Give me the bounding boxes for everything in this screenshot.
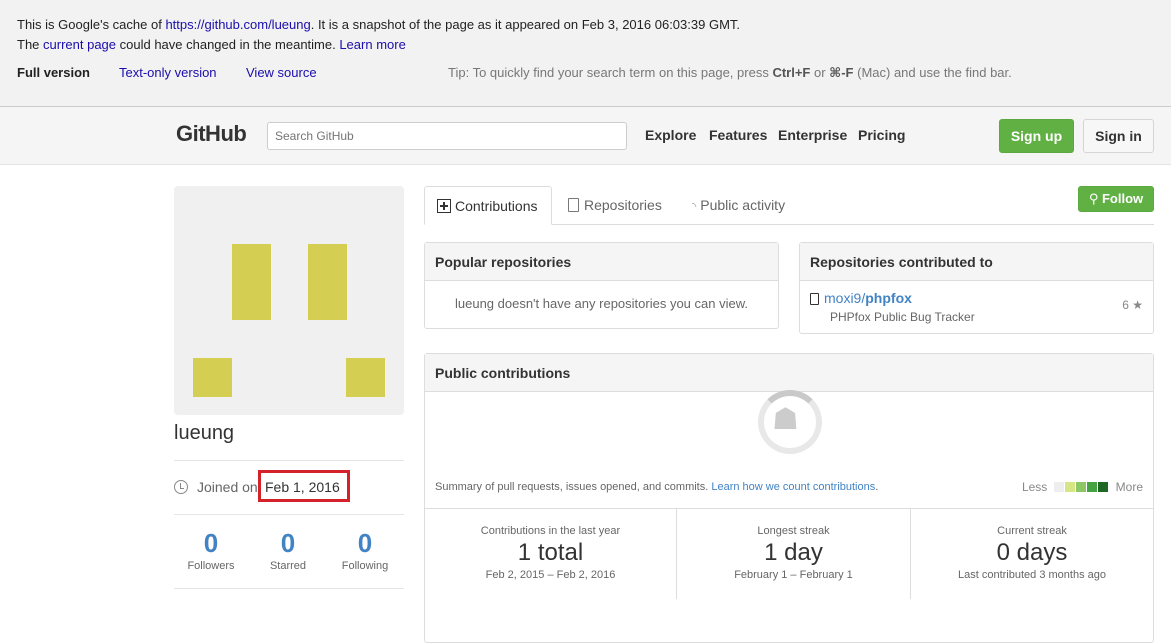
view-source-link[interactable]: View source bbox=[246, 65, 317, 80]
star-icon: ★ bbox=[1132, 298, 1143, 312]
legend-swatch bbox=[1086, 482, 1097, 492]
joined-info: Joined on bbox=[174, 479, 258, 495]
tab-public-activity[interactable]: ◝ Public activity bbox=[692, 186, 785, 225]
following-label: Following bbox=[341, 560, 389, 572]
tab-repositories[interactable]: Repositories bbox=[568, 186, 662, 225]
contribution-stats: Contributions in the last year 1 total F… bbox=[425, 508, 1154, 599]
repo-icon bbox=[810, 293, 819, 305]
followers-stat[interactable]: 0 Followers bbox=[173, 528, 249, 572]
joined-date-highlight: Feb 1, 2016 bbox=[258, 470, 350, 502]
current-page-link[interactable]: current page bbox=[43, 37, 116, 52]
followers-count: 0 bbox=[203, 528, 219, 558]
cached-url-link[interactable]: https://github.com/lueung bbox=[165, 17, 310, 32]
legend-swatch bbox=[1097, 482, 1108, 492]
text-only-version-link[interactable]: Text-only version bbox=[119, 65, 217, 80]
nav-explore[interactable]: Explore bbox=[645, 127, 696, 143]
nav-features[interactable]: Features bbox=[709, 127, 767, 143]
public-contributions-box: Public contributions ☗ Summary of pull r… bbox=[424, 353, 1154, 643]
starred-label: Starred bbox=[269, 560, 307, 572]
no-repos-message: lueung doesn't have any repositories you… bbox=[454, 296, 748, 311]
public-contributions-title: Public contributions bbox=[425, 354, 1153, 392]
divider bbox=[174, 514, 404, 515]
rss-icon: ◝ bbox=[692, 201, 697, 213]
avatar-block bbox=[232, 244, 271, 320]
octocat-icon: ☗ bbox=[772, 403, 799, 436]
google-cache-banner: This is Google's cache of https://github… bbox=[0, 0, 1171, 107]
stat-longest-streak: Longest streak 1 day February 1 – Februa… bbox=[677, 509, 911, 599]
followers-label: Followers bbox=[187, 560, 235, 572]
following-count: 0 bbox=[357, 528, 373, 558]
nav-enterprise[interactable]: Enterprise bbox=[778, 127, 847, 143]
starred-count: 0 bbox=[280, 528, 296, 558]
cache-notice-line: The current page could have changed in t… bbox=[17, 37, 406, 52]
contributed-repo-link[interactable]: moxi9/phpfox bbox=[810, 290, 912, 306]
stat-current-streak: Current streak 0 days Last contributed 3… bbox=[958, 525, 1106, 581]
popular-repositories-box: Popular repositories lueung doesn't have… bbox=[424, 242, 779, 329]
contribution-legend: Less More bbox=[1021, 480, 1143, 494]
contributions-summary: Summary of pull requests, issues opened,… bbox=[435, 481, 879, 493]
repos-contributed-title: Repositories contributed to bbox=[800, 243, 1153, 281]
tab-contributions[interactable]: Contributions bbox=[424, 186, 552, 225]
plus-square-icon bbox=[437, 199, 451, 213]
starred-stat[interactable]: 0 Starred bbox=[250, 528, 326, 572]
follow-button[interactable]: ⚲ Follow bbox=[1078, 186, 1154, 212]
avatar-block bbox=[346, 358, 385, 397]
following-stat[interactable]: 0 Following bbox=[327, 528, 403, 572]
sign-in-button[interactable]: Sign in bbox=[1083, 119, 1154, 153]
learn-contributions-link[interactable]: Learn how we count contributions bbox=[711, 481, 875, 493]
legend-swatch bbox=[1053, 482, 1064, 492]
person-icon: ⚲ bbox=[1088, 191, 1099, 206]
divider bbox=[174, 460, 404, 461]
legend-swatch bbox=[1064, 482, 1075, 492]
sign-up-button[interactable]: Sign up bbox=[999, 119, 1074, 153]
full-version-link[interactable]: Full version bbox=[17, 65, 90, 80]
repo-star-count: 6 ★ bbox=[1122, 298, 1143, 312]
repo-icon bbox=[568, 198, 579, 212]
nav-pricing[interactable]: Pricing bbox=[858, 127, 905, 143]
cache-info-line: This is Google's cache of https://github… bbox=[17, 17, 741, 32]
learn-more-link[interactable]: Learn more bbox=[339, 37, 405, 52]
clock-icon bbox=[174, 480, 188, 494]
contributed-repo-description: PHPfox Public Bug Tracker bbox=[830, 310, 975, 324]
avatar-block bbox=[193, 358, 232, 397]
github-logo[interactable]: GitHub bbox=[176, 121, 247, 147]
loading-spinner: ☗ bbox=[758, 390, 822, 454]
legend-swatch bbox=[1075, 482, 1086, 492]
repos-contributed-box: Repositories contributed to moxi9/phpfox… bbox=[799, 242, 1154, 334]
profile-username: lueung bbox=[174, 422, 235, 444]
avatar-block bbox=[308, 244, 347, 320]
stat-total: Contributions in the last year 1 total F… bbox=[425, 509, 677, 599]
github-header: GitHub Explore Features Enterprise Prici… bbox=[0, 107, 1171, 165]
popular-repositories-title: Popular repositories bbox=[425, 243, 778, 281]
divider bbox=[174, 588, 404, 589]
find-tip: Tip: To quickly find your search term on… bbox=[448, 65, 1012, 80]
search-input[interactable] bbox=[267, 122, 627, 150]
avatar bbox=[174, 186, 404, 415]
